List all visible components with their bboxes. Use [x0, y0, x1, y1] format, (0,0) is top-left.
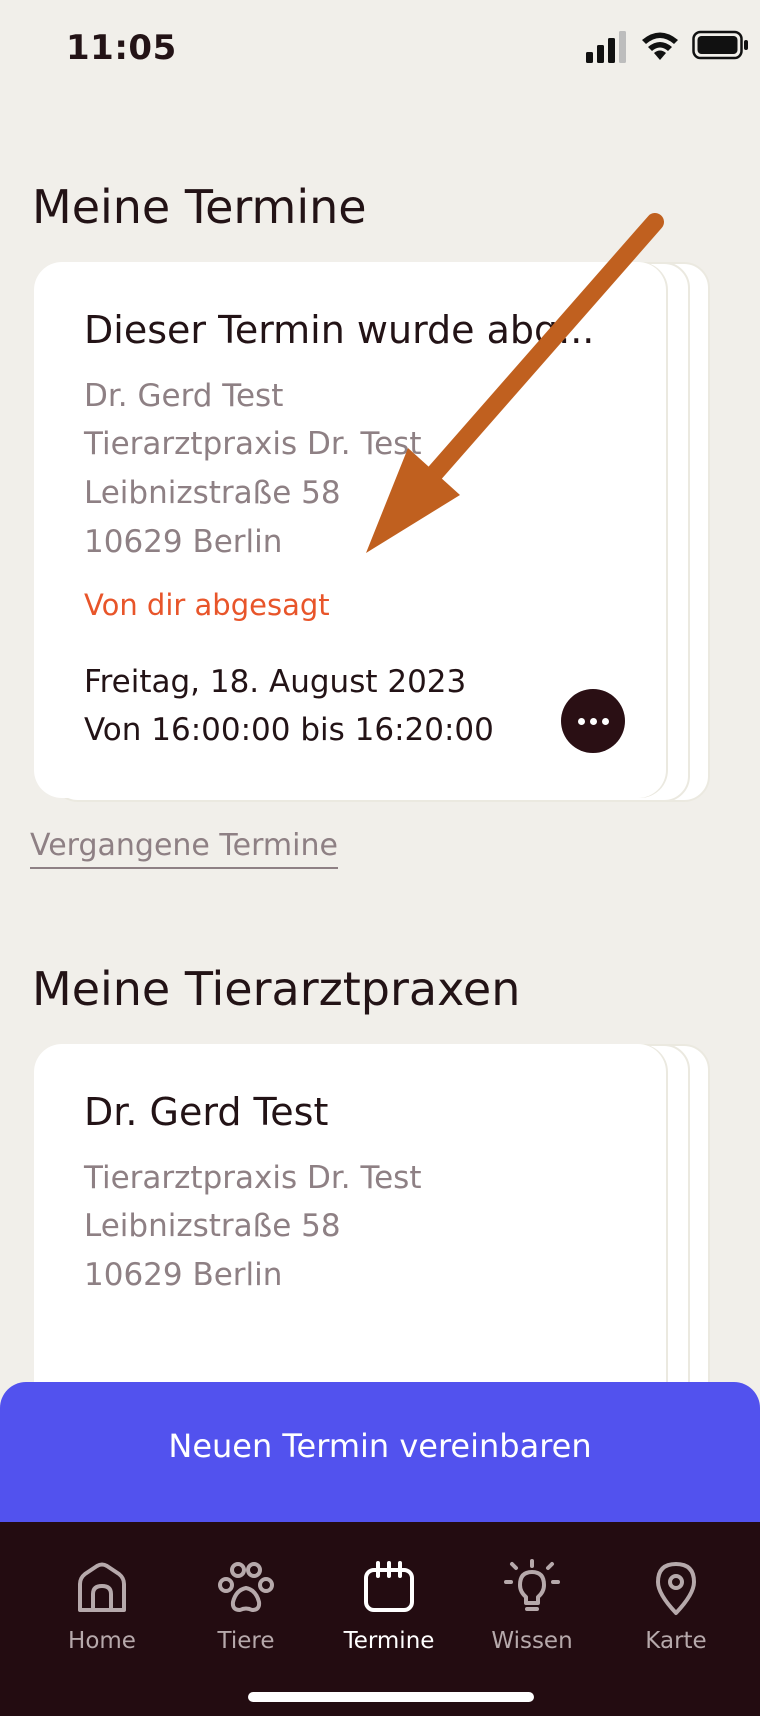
city-address: 10629 Berlin: [84, 524, 283, 560]
street-address: Leibnizstraße 58: [84, 475, 341, 511]
status-bar: 11:05: [0, 0, 760, 100]
street-address: Leibnizstraße 58: [84, 1208, 341, 1244]
vet-name: Dr. Gerd Test: [84, 378, 284, 414]
more-dot: [577, 717, 585, 725]
practices-heading: Meine Tierarztpraxen: [32, 962, 521, 1016]
appointment-card[interactable]: Dieser Termin wurde abg... Dr. Gerd Test…: [34, 262, 666, 798]
tab-pets[interactable]: Tiere: [181, 1558, 311, 1654]
appointment-date: Freitag, 18. August 2023: [84, 664, 467, 700]
tab-label: Termine: [343, 1628, 435, 1654]
more-dot: [589, 717, 597, 725]
home-icon: [78, 1562, 126, 1612]
tab-bar: Home Tiere Termine Wissen Karte: [0, 1522, 760, 1716]
lightbulb-icon: [504, 1559, 560, 1611]
status-time: 11:05: [66, 28, 177, 68]
tab-label: Wissen: [491, 1628, 573, 1654]
home-indicator: [248, 1692, 534, 1702]
tab-label: Karte: [645, 1628, 707, 1654]
appointments-heading: Meine Termine: [32, 180, 367, 234]
battery-icon: [692, 30, 748, 60]
signal-icon: [586, 31, 626, 63]
calendar-icon: [364, 1561, 414, 1612]
more-dot: [601, 717, 609, 725]
more-options-button[interactable]: [561, 689, 625, 753]
past-appointments-link[interactable]: Vergangene Termine: [30, 828, 338, 869]
tab-knowledge[interactable]: Wissen: [467, 1558, 597, 1654]
city-address: 10629 Berlin: [84, 1257, 283, 1293]
wifi-icon: [642, 32, 678, 60]
appointment-time: Von 16:00:00 bis 16:20:00: [84, 712, 494, 748]
tab-label: Home: [68, 1628, 136, 1654]
status-icons: [540, 30, 760, 70]
tab-map[interactable]: Karte: [611, 1558, 741, 1654]
tab-home[interactable]: Home: [37, 1558, 167, 1654]
practice-name: Tierarztpraxis Dr. Test: [84, 426, 422, 462]
map-pin-icon: [656, 1562, 696, 1615]
practice-name: Tierarztpraxis Dr. Test: [84, 1160, 422, 1196]
practice-vet-name: Dr. Gerd Test: [84, 1090, 329, 1134]
tab-appointments[interactable]: Termine: [324, 1558, 454, 1654]
tab-label: Tiere: [217, 1628, 275, 1654]
appointment-title: Dieser Termin wurde abg...: [84, 308, 595, 352]
paw-icon: [218, 1562, 274, 1612]
cancellation-status: Von dir abgesagt: [84, 588, 330, 622]
new-appointment-button[interactable]: Neuen Termin vereinbaren: [0, 1382, 760, 1522]
